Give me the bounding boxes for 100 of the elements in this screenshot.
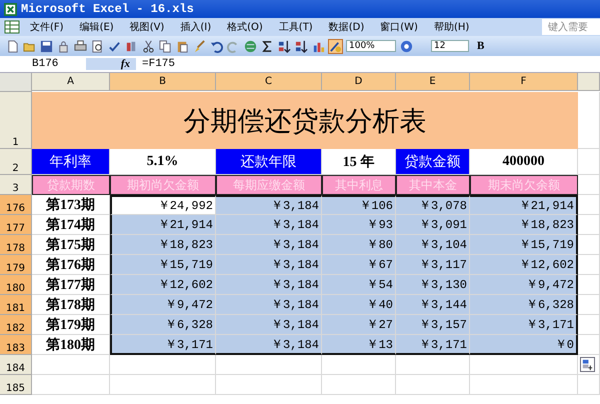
table-cell	[578, 235, 600, 255]
table-cell: ￥80	[322, 235, 396, 255]
drawing-icon[interactable]	[329, 40, 342, 52]
table-cell: ￥12,602	[110, 275, 216, 295]
table-cell: 15 年	[322, 149, 396, 175]
new-file-icon[interactable]	[6, 40, 19, 52]
column-header[interactable]: D	[322, 73, 396, 91]
table-cell: ￥3,184	[216, 195, 322, 215]
table-cell: 年利率	[32, 149, 110, 175]
menu-item[interactable]: 插入(I)	[180, 20, 212, 34]
help-search-field[interactable]: 键入需要	[542, 19, 600, 35]
formula-field[interactable]: =F175	[136, 58, 176, 70]
table-cell: ￥18,823	[110, 235, 216, 255]
table-cell: ￥3,171	[396, 335, 470, 355]
row-header[interactable]: 177	[0, 215, 32, 235]
column-heading: 每期应缴金额	[216, 175, 322, 195]
sort-ascending-icon[interactable]	[278, 40, 291, 52]
table-cell: ￥3,184	[216, 215, 322, 235]
globe-icon[interactable]	[244, 40, 257, 52]
row-header[interactable]: 184	[0, 355, 32, 375]
font-size-dropdown[interactable]: 12	[431, 40, 469, 52]
table-cell: ￥18,823	[470, 215, 578, 235]
table-cell	[578, 149, 600, 175]
table-cell: ￥3,184	[216, 315, 322, 335]
lock-icon[interactable]	[57, 40, 70, 52]
clipboard-icon[interactable]	[176, 40, 189, 52]
sigma-icon[interactable]	[261, 40, 274, 52]
table-cell: ￥3,130	[396, 275, 470, 295]
table-cell: ￥12,602	[470, 255, 578, 275]
table-cell	[578, 215, 600, 235]
table-cell: ￥3,078	[396, 195, 470, 215]
row-header[interactable]: 181	[0, 295, 32, 315]
printer-icon[interactable]	[74, 40, 87, 52]
column-header[interactable]: E	[396, 73, 470, 91]
undo-icon[interactable]	[210, 40, 223, 52]
paste-options-icon[interactable]	[580, 357, 595, 372]
table-cell: ￥6,328	[470, 295, 578, 315]
menu-item[interactable]: 视图(V)	[130, 20, 164, 34]
table-cell: ￥3,184	[216, 335, 322, 355]
bold-button[interactable]: B	[473, 40, 488, 52]
window-title: Microsoft Excel - 16.xls	[21, 2, 194, 16]
column-heading: 期末尚欠余额	[470, 175, 578, 195]
menu-item[interactable]: 窗口(W)	[380, 20, 418, 34]
menu-item[interactable]: 格式(O)	[227, 20, 263, 34]
menu-item[interactable]: 数据(D)	[328, 20, 364, 34]
menu-item[interactable]: 文件(F)	[30, 20, 64, 34]
column-header[interactable]: C	[216, 73, 322, 91]
table-cell: 还款年限	[216, 149, 322, 175]
row-header[interactable]: 2	[0, 149, 32, 175]
row-header[interactable]: 185	[0, 375, 32, 395]
books-icon[interactable]	[125, 40, 138, 52]
column-heading: 其中本金	[396, 175, 470, 195]
row-header[interactable]: 178	[0, 235, 32, 255]
floppy-icon[interactable]	[40, 40, 53, 52]
row-header[interactable]: 180	[0, 275, 32, 295]
column-header[interactable]: B	[110, 73, 216, 91]
table-cell: ￥6,328	[110, 315, 216, 335]
function-button[interactable]: fx	[86, 58, 136, 70]
row-header[interactable]: 182	[0, 315, 32, 335]
menu-item[interactable]: 工具(T)	[278, 20, 313, 34]
table-cell: ￥13	[322, 335, 396, 355]
table-cell: ￥3,091	[396, 215, 470, 235]
sort-descending-icon[interactable]	[295, 40, 308, 52]
table-cell: ￥9,472	[470, 275, 578, 295]
table-cell	[578, 315, 600, 335]
magnifier-icon[interactable]	[91, 40, 104, 52]
menu-item[interactable]: 帮助(H)	[434, 20, 470, 34]
table-cell	[578, 275, 600, 295]
copy-icon[interactable]	[159, 40, 172, 52]
table-cell	[578, 195, 600, 215]
column-heading: 期初尚欠金额	[110, 175, 216, 195]
table-cell: 400000	[470, 149, 578, 175]
table-cell: ￥3,184	[216, 295, 322, 315]
help-icon[interactable]	[400, 40, 413, 52]
row-header[interactable]: 1	[0, 92, 32, 149]
row-header[interactable]: 183	[0, 335, 32, 355]
table-cell: ￥3,157	[396, 315, 470, 335]
table-cell: ￥3,184	[216, 235, 322, 255]
table-cell: ￥3,171	[470, 315, 578, 335]
menu-item[interactable]: 编辑(E)	[80, 20, 114, 34]
zoom-dropdown[interactable]: 100%	[346, 40, 396, 52]
table-cell: ￥40	[322, 295, 396, 315]
table-cell: ￥54	[322, 275, 396, 295]
column-heading: 贷款期数	[32, 175, 110, 195]
table-cell	[578, 255, 600, 275]
excel-logo-icon	[4, 2, 17, 16]
scissors-icon[interactable]	[142, 40, 155, 52]
row-header[interactable]: 3	[0, 175, 32, 195]
table-cell: ￥93	[322, 215, 396, 235]
column-header[interactable]: F	[470, 73, 578, 91]
table-cell: ￥21,914	[470, 195, 578, 215]
table-cell: 第173期	[32, 195, 110, 215]
column-header[interactable]: A	[32, 73, 110, 91]
table-cell	[578, 92, 600, 149]
row-header[interactable]: 179	[0, 255, 32, 275]
table-cell: ￥3,117	[396, 255, 470, 275]
table-cell: ￥67	[322, 255, 396, 275]
spelling-check-icon[interactable]	[108, 40, 121, 52]
brush-icon[interactable]	[193, 40, 206, 52]
row-header[interactable]: 176	[0, 195, 32, 215]
